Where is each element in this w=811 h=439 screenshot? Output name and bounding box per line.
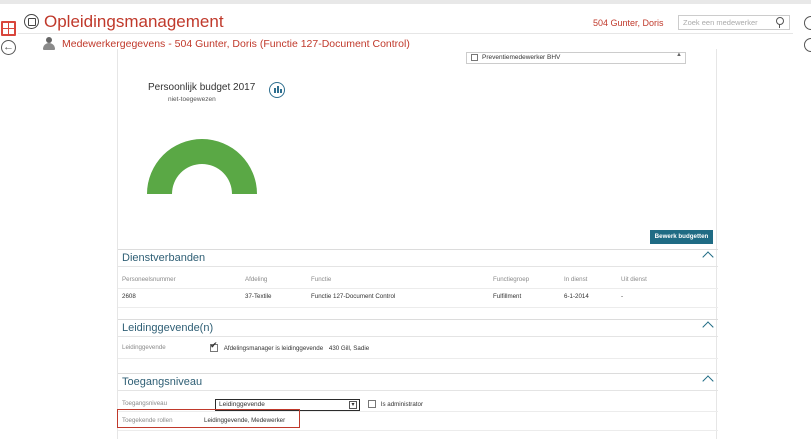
edit-budgets-button[interactable]: Bewerk budgetten — [650, 230, 713, 244]
cell: Fulfillment — [493, 293, 522, 300]
section-toegangsniveau[interactable]: Toegangsniveau — [118, 373, 718, 391]
manager-label: Leidinggevende — [122, 344, 166, 351]
employee-icon — [42, 37, 56, 50]
budget-gauge — [147, 139, 257, 194]
cell: 2608 — [122, 293, 136, 300]
section-leidinggevende[interactable]: Leidinggevende(n) — [118, 319, 718, 337]
col-header: Uit dienst — [621, 276, 647, 283]
divider — [118, 430, 718, 431]
manager-name: 430 Gill, Sadie — [328, 344, 370, 352]
col-header: Functiegroep — [493, 276, 530, 283]
title-bar: Opleidingsmanagement 504 Gunter, Doris Z… — [18, 12, 793, 34]
section-title: Toegangsniveau — [122, 376, 203, 388]
access-level-value: Leidinggevende — [219, 401, 265, 408]
info-icon[interactable] — [804, 38, 811, 52]
section-dienstverbanden[interactable]: Dienstverbanden — [118, 249, 718, 267]
scroll-up-icon[interactable]: ▲ — [676, 52, 682, 58]
admin-field: Is administrator — [368, 400, 423, 408]
collapse-chevron-icon[interactable] — [702, 321, 714, 333]
collapse-chevron-icon[interactable] — [702, 251, 714, 263]
budget-title: Persoonlijk budget 2017 — [148, 82, 256, 93]
admin-checkbox[interactable] — [368, 400, 376, 408]
employee-panel: Preventiemedewerker BHV ▲ Persoonlijk bu… — [117, 49, 718, 439]
current-user[interactable]: 504 Gunter, Doris — [593, 18, 664, 28]
admin-label: Is administrator — [380, 400, 424, 408]
role-option-label: Preventiemedewerker BHV — [482, 54, 561, 62]
access-level-label: Toegangsniveau — [122, 400, 168, 407]
section-title: Dienstverbanden — [122, 252, 206, 264]
section-title: Leidinggevende(n) — [122, 322, 214, 334]
search-placeholder: Zoek een medewerker — [683, 18, 758, 27]
manager-checkbox[interactable] — [210, 341, 218, 352]
app-title: Opleidingsmanagement — [44, 12, 224, 31]
roles-highlight-box — [117, 409, 300, 428]
divider — [118, 307, 718, 308]
manager-checkbox-label: Afdelingsmanager is leidinggevende — [223, 344, 324, 352]
manager-field: Afdelingsmanager is leidinggevende 430 G… — [210, 341, 370, 352]
cell: - — [621, 293, 624, 300]
role-option-checkbox[interactable] — [471, 54, 478, 61]
cell: 6-1-2014 — [564, 293, 589, 300]
divider — [118, 358, 718, 359]
left-gutter: ← — [0, 4, 18, 439]
gauge-fill — [147, 139, 257, 194]
col-header: Personeelsnummer — [122, 276, 176, 283]
home-icon[interactable] — [24, 14, 39, 29]
employee-search-input[interactable]: Zoek een medewerker — [678, 15, 790, 30]
back-arrow-icon[interactable]: ← — [1, 40, 16, 55]
dropdown-arrow-icon[interactable]: ▾ — [349, 401, 357, 409]
col-header: Functie — [311, 276, 332, 283]
top-strip — [0, 0, 811, 4]
help-icon[interactable] — [804, 16, 811, 30]
divider — [118, 288, 718, 289]
search-icon[interactable] — [776, 17, 784, 28]
budget-status: niet-toegewezen — [168, 96, 216, 103]
cell: 37-Textile — [245, 293, 272, 300]
col-header: Afdeling — [245, 276, 268, 283]
col-header: In dienst — [564, 276, 588, 283]
apps-grid-icon[interactable] — [1, 21, 16, 36]
role-option-list[interactable]: Preventiemedewerker BHV ▲ — [466, 52, 686, 64]
collapse-chevron-icon[interactable] — [702, 375, 714, 387]
chart-icon[interactable] — [269, 82, 285, 98]
cell: Functie 127-Document Control — [311, 293, 396, 300]
